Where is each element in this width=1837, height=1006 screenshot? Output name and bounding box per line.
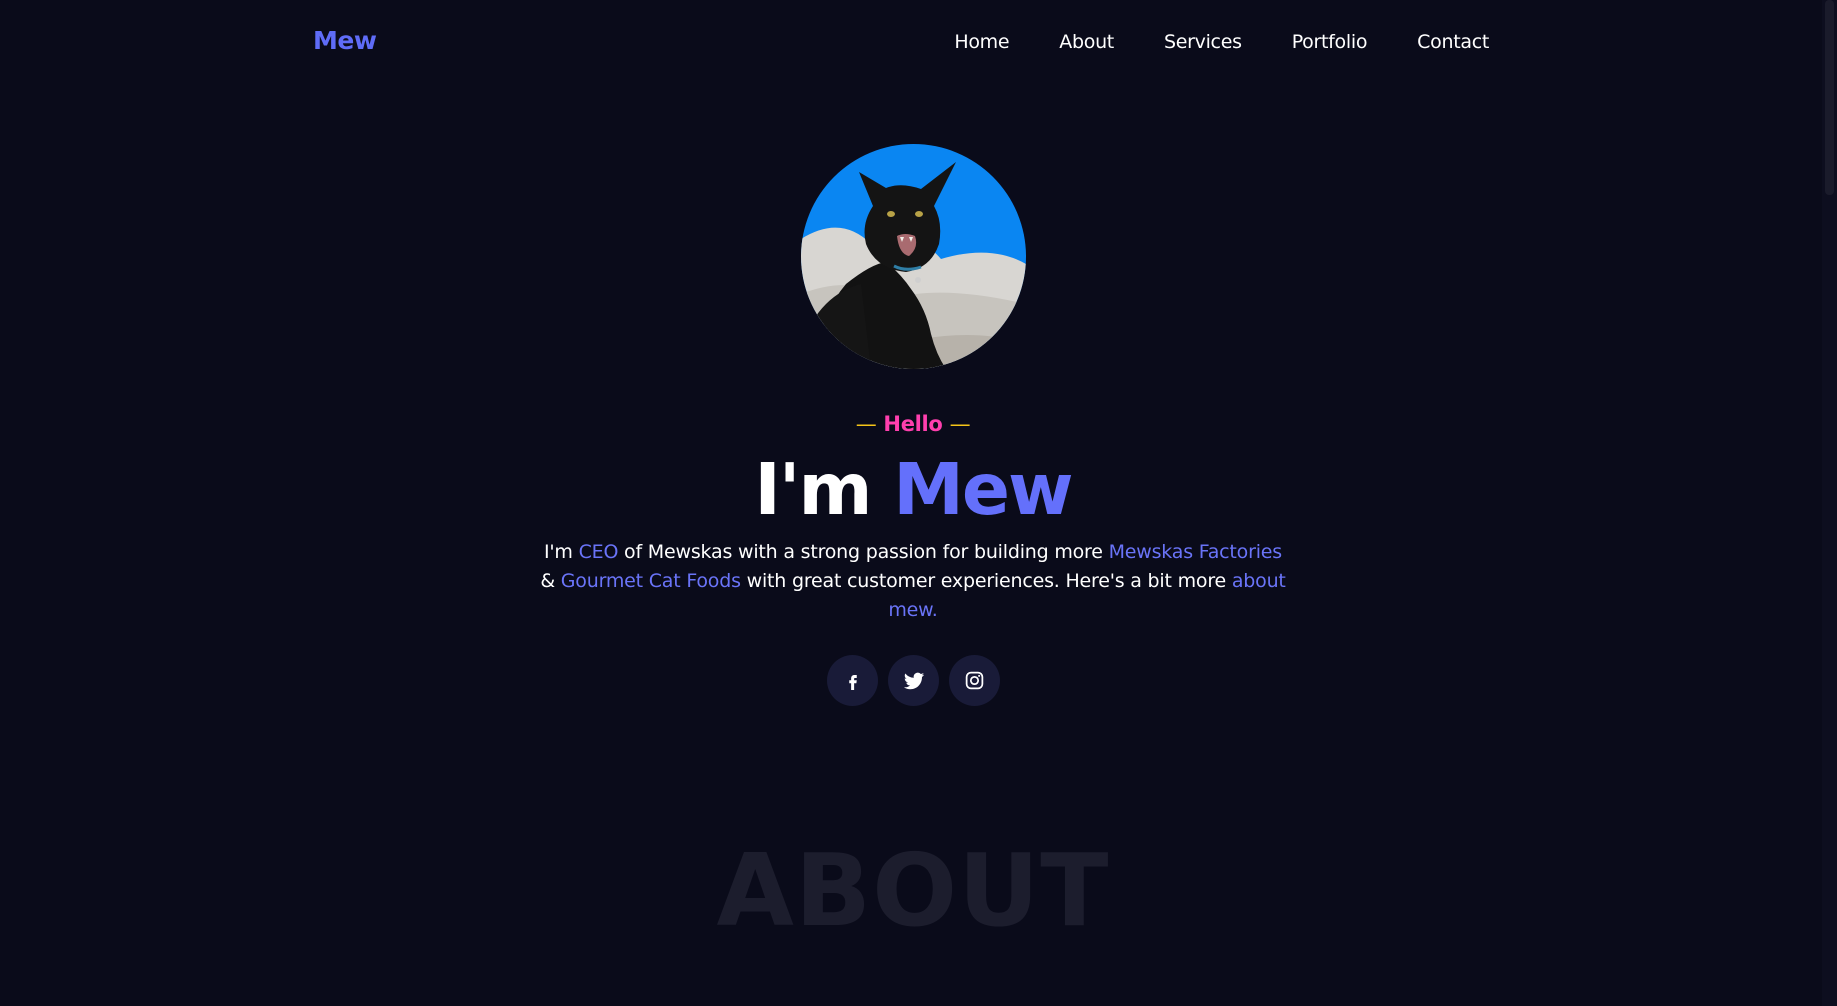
about-section-watermark-title: ABOUT — [716, 832, 1110, 949]
bio-link-ceo[interactable]: CEO — [579, 541, 619, 563]
greeting-dash-right: — — [949, 412, 971, 436]
headline-prefix: I'm — [754, 448, 872, 531]
navbar: Mew Home About Services Portfolio Contac… — [0, 0, 1822, 86]
cat-photo-icon — [801, 144, 1026, 369]
bio-text-4: with great customer experiences. Here's … — [740, 570, 1232, 592]
logo-link[interactable]: Mew — [313, 26, 377, 55]
cat-avatar — [801, 144, 1026, 369]
instagram-icon — [965, 671, 984, 690]
bio-text-2: of Mewskas with a strong passion for bui… — [618, 541, 1109, 563]
bio-link-gourmet-cat-foods[interactable]: Gourmet Cat Foods — [561, 570, 741, 592]
scrollbar-thumb[interactable] — [1825, 0, 1834, 195]
bio-link-mewskas-factories[interactable]: Mewskas Factories — [1109, 541, 1283, 563]
bio-text-1: I'm — [544, 541, 579, 563]
greeting-dash-left: — — [855, 412, 877, 436]
hero-greeting: — Hello — — [0, 412, 1826, 436]
hero-headline: I'm Mew — [0, 448, 1826, 532]
nav-link-about[interactable]: About — [1059, 31, 1114, 53]
nav-link-services[interactable]: Services — [1164, 31, 1242, 53]
facebook-icon — [848, 674, 857, 690]
nav-links: Home About Services Portfolio Contact — [954, 31, 1489, 53]
bio-text-3: & — [540, 570, 561, 592]
twitter-icon — [903, 672, 924, 689]
greeting-text: Hello — [883, 412, 943, 436]
facebook-button[interactable] — [827, 655, 878, 706]
hero-bio: I'm CEO of Mewskas with a strong passion… — [536, 538, 1290, 625]
headline-name: Mew — [893, 448, 1073, 531]
nav-link-home[interactable]: Home — [954, 31, 1009, 53]
social-links — [827, 655, 1000, 706]
nav-link-contact[interactable]: Contact — [1417, 31, 1489, 53]
twitter-button[interactable] — [888, 655, 939, 706]
instagram-button[interactable] — [949, 655, 1000, 706]
page: Mew Home About Services Portfolio Contac… — [0, 0, 1837, 1006]
nav-link-portfolio[interactable]: Portfolio — [1292, 31, 1368, 53]
